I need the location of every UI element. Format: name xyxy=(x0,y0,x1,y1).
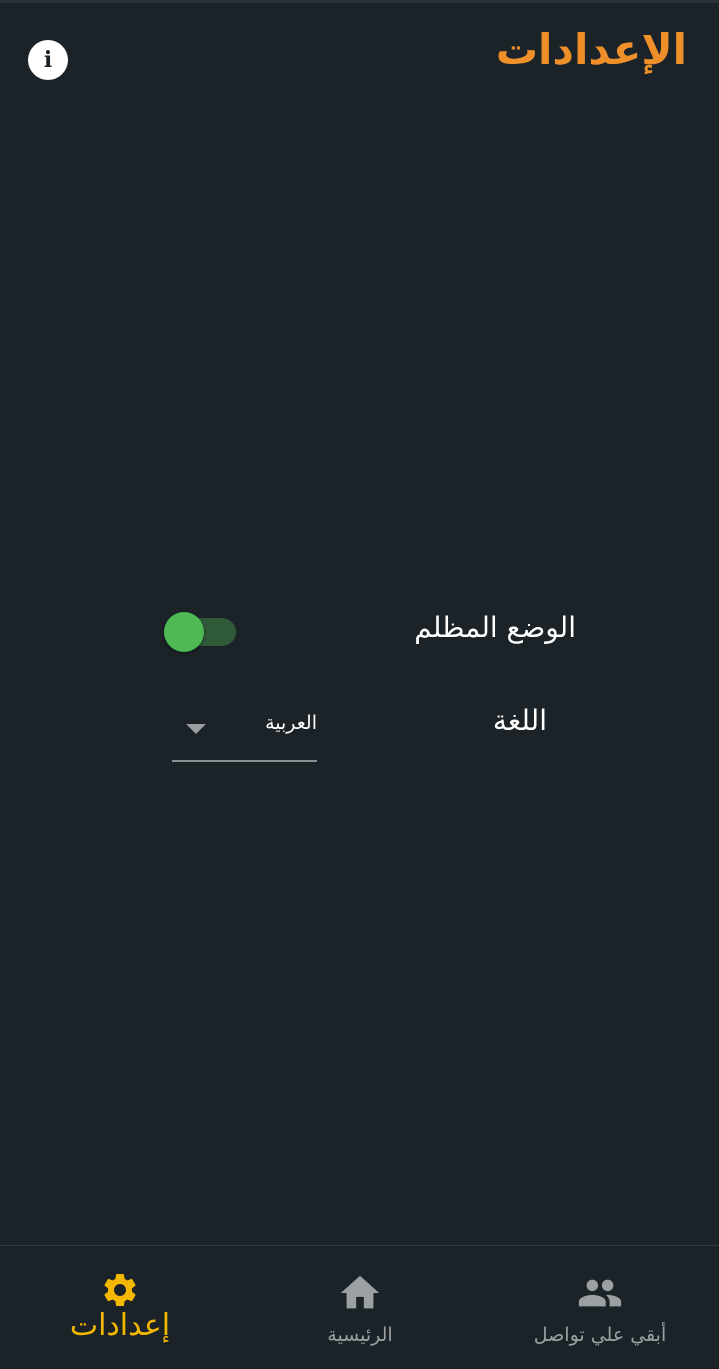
people-icon xyxy=(578,1279,622,1307)
language-dropdown[interactable]: العربية xyxy=(172,700,317,762)
toggle-thumb xyxy=(164,612,204,652)
home-icon xyxy=(340,1275,380,1309)
nav-item-settings[interactable]: إعدادات xyxy=(20,1246,220,1369)
nav-item-home[interactable]: الرئيسية xyxy=(260,1246,460,1369)
dropdown-arrow-icon xyxy=(186,724,206,734)
info-button[interactable]: i xyxy=(28,40,68,80)
nav-item-home-label: الرئيسية xyxy=(327,1324,393,1346)
language-label: اللغة xyxy=(492,704,547,737)
nav-item-contact-label: أبقي علي تواصل xyxy=(533,1324,667,1346)
dark-mode-label: الوضع المظلم xyxy=(414,611,576,644)
nav-item-settings-label: إعدادات xyxy=(69,1308,171,1343)
page-title: الإعدادات xyxy=(495,25,687,74)
nav-item-contact[interactable]: أبقي علي تواصل xyxy=(500,1246,700,1369)
bottom-navigation: إعدادات الرئيسية أبقي علي تواصل xyxy=(0,1245,719,1369)
gear-icon xyxy=(104,1274,136,1306)
language-selected-value: العربية xyxy=(265,712,317,734)
dark-mode-toggle[interactable] xyxy=(164,612,238,652)
info-icon: i xyxy=(43,47,53,73)
top-divider xyxy=(0,0,719,3)
